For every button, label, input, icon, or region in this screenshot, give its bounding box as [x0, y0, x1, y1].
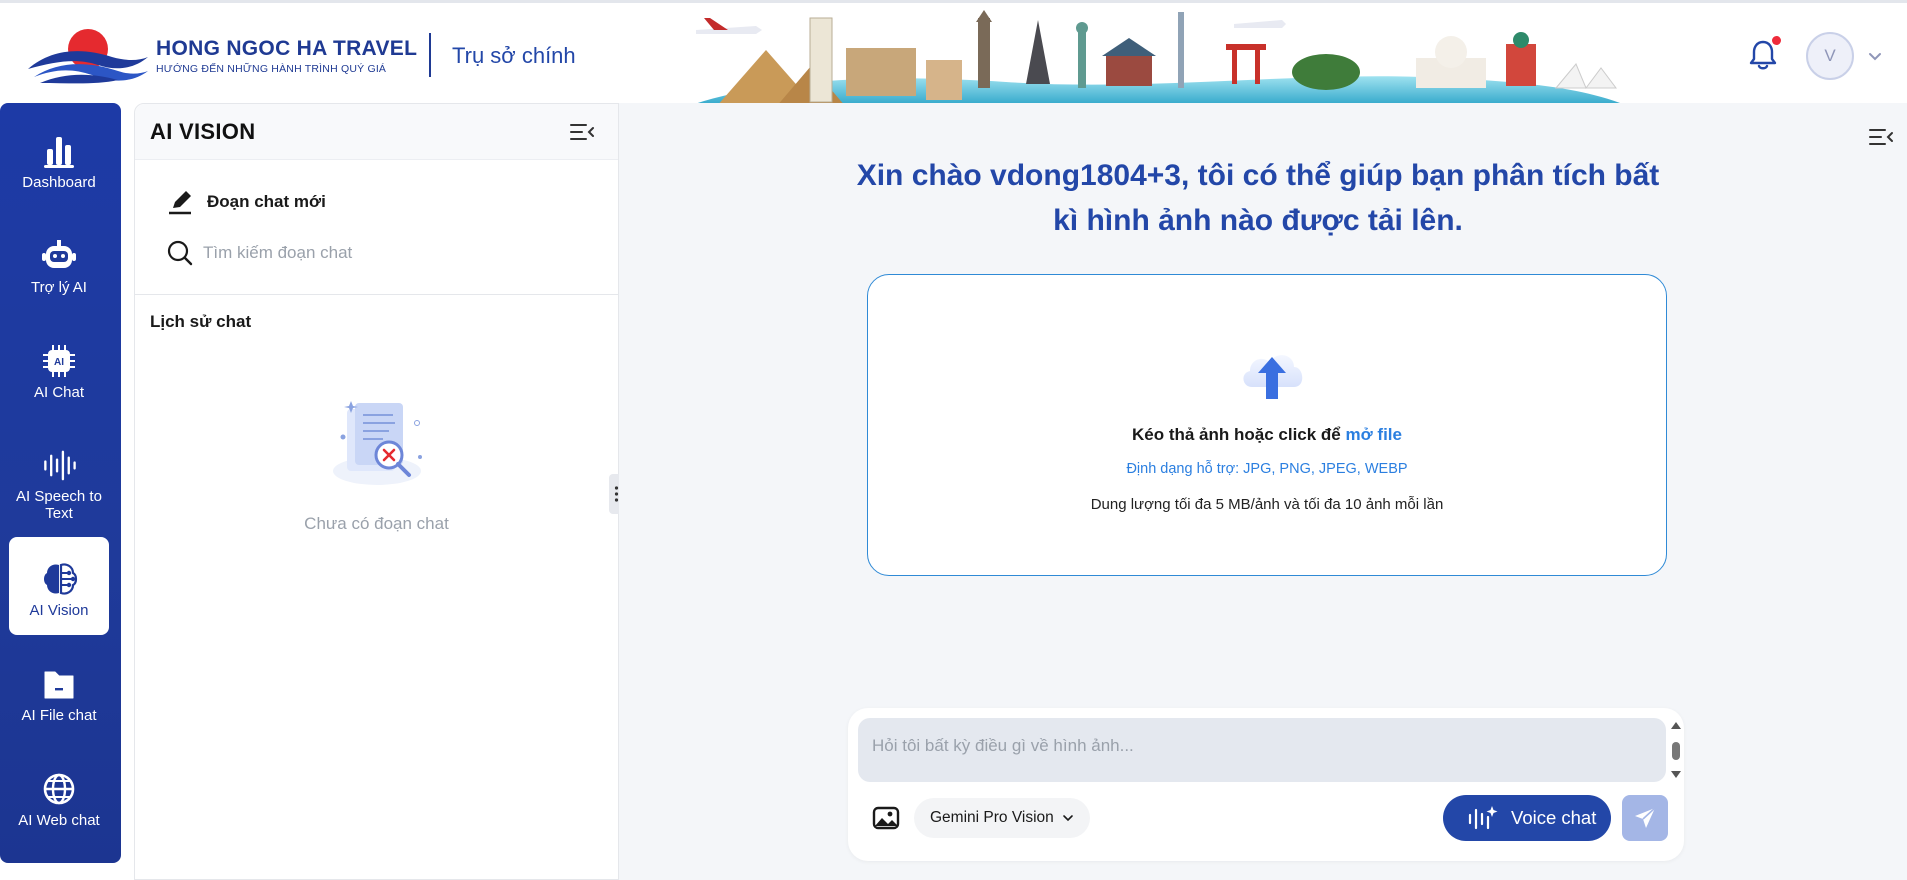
- globe-icon: [43, 773, 75, 805]
- open-file-link[interactable]: mở file: [1346, 425, 1403, 444]
- empty-history-text: Chưa có đoạn chat: [304, 514, 449, 533]
- prompt-input[interactable]: [858, 718, 1666, 782]
- new-chat-button[interactable]: Đoạn chat mới: [167, 188, 326, 216]
- voice-chat-label: Voice chat: [1511, 807, 1597, 828]
- logo-mark-icon: [28, 29, 148, 84]
- company-logo[interactable]: HONG NGOC HA TRAVEL HƯỚNG ĐẾN NHỮNG HÀNH…: [26, 27, 417, 85]
- top-header: HONG NGOC HA TRAVEL HƯỚNG ĐẾN NHỮNG HÀNH…: [0, 0, 1907, 107]
- send-button[interactable]: [1622, 795, 1668, 841]
- header-divider: [429, 33, 431, 77]
- office-name: Trụ sở chính: [452, 43, 576, 68]
- collapse-panel-icon[interactable]: [568, 120, 596, 144]
- supported-formats: Định dạng hỗ trợ: JPG, PNG, JPEG, WEBP: [1126, 461, 1408, 477]
- nav-label: Trợ lý AI: [31, 279, 87, 296]
- bar-chart-icon: [44, 137, 74, 168]
- image-dropzone[interactable]: Kéo thả ảnh hoặc click để mở file Định d…: [867, 274, 1667, 576]
- history-title: Lịch sử chat: [150, 312, 252, 331]
- chevron-down-icon: [1062, 815, 1073, 822]
- message-composer: Gemini Pro Vision Voice chat: [848, 708, 1684, 861]
- logo-text: HONG NGOC HA TRAVEL HƯỚNG ĐẾN NHỮNG HÀNH…: [156, 37, 417, 75]
- voice-chat-button[interactable]: Voice chat: [1443, 795, 1611, 841]
- soundwave-icon: [44, 450, 76, 481]
- chevron-down-icon[interactable]: [1866, 47, 1884, 65]
- send-icon: [1635, 807, 1656, 828]
- main-navigation: Dashboard Trợ lý AI AI AI Chat AI Speech…: [0, 103, 121, 863]
- size-limit: Dung lượng tối đa 5 MB/ảnh và tối đa 10 …: [1090, 496, 1444, 513]
- nav-label: AI File chat: [21, 707, 97, 724]
- image-attach-icon[interactable]: [872, 805, 900, 831]
- voice-wave-icon: [1468, 806, 1498, 830]
- nav-label: AI Speech to Text: [16, 488, 102, 522]
- nav-label: AI Chat: [33, 384, 85, 401]
- model-selector[interactable]: Gemini Pro Vision: [914, 798, 1090, 838]
- nav-label: Dashboard: [22, 174, 96, 191]
- svg-text:AI: AI: [54, 357, 64, 368]
- nav-item-ai-assistant[interactable]: Trợ lý AI: [9, 214, 109, 312]
- travel-landmarks-banner: [686, 10, 1630, 107]
- brand-slogan: HƯỚNG ĐẾN NHỮNG HÀNH TRÌNH QUÝ GIÁ: [156, 63, 387, 75]
- search-chat: [167, 240, 587, 266]
- search-input[interactable]: [203, 243, 563, 263]
- textarea-scrollbar[interactable]: [1669, 720, 1683, 780]
- panel-divider: [135, 294, 618, 295]
- ai-chip-icon: AI: [43, 345, 75, 377]
- drop-instructions: Kéo thả ảnh hoặc click để mở file: [868, 425, 1666, 445]
- cloud-upload-icon: [1243, 355, 1303, 399]
- nav-item-file-chat[interactable]: AI File chat: [9, 642, 109, 740]
- nav-item-speech-to-text[interactable]: AI Speech to Text: [9, 424, 109, 522]
- notification-dot: [1772, 36, 1781, 45]
- panel-title: AI VISION: [150, 118, 256, 144]
- chat-history-panel: AI VISION Đoạn chat mới Lịch sử chat: [134, 103, 619, 880]
- nav-item-ai-chat[interactable]: AI AI Chat: [9, 319, 109, 417]
- user-avatar[interactable]: V: [1806, 32, 1854, 80]
- brand-name: HONG NGOC HA TRAVEL: [156, 37, 418, 60]
- greeting-title: Xin chào vdong1804+3, tôi có thể giúp bạ…: [856, 159, 1660, 237]
- nav-label: AI Web chat: [18, 812, 100, 829]
- menu-toggle-icon[interactable]: [1867, 125, 1895, 149]
- nav-item-web-chat[interactable]: AI Web chat: [9, 747, 109, 845]
- edit-pen-icon: [169, 191, 191, 215]
- drop-text: Kéo thả ảnh hoặc click để: [1131, 425, 1346, 444]
- nav-item-dashboard[interactable]: Dashboard: [9, 109, 109, 207]
- empty-document-icon: [333, 401, 422, 485]
- search-icon: [167, 240, 193, 266]
- brain-icon: [44, 563, 78, 595]
- folder-icon: [44, 671, 74, 699]
- vision-main-area: Xin chào vdong1804+3, tôi có thể giúp bạ…: [619, 103, 1907, 880]
- panel-header: AI VISION: [135, 104, 618, 160]
- model-name: Gemini Pro Vision: [930, 809, 1054, 826]
- robot-icon: [42, 240, 76, 268]
- nav-item-ai-vision[interactable]: AI Vision: [9, 537, 109, 635]
- nav-label: AI Vision: [29, 602, 89, 619]
- new-chat-label: Đoạn chat mới: [207, 192, 326, 211]
